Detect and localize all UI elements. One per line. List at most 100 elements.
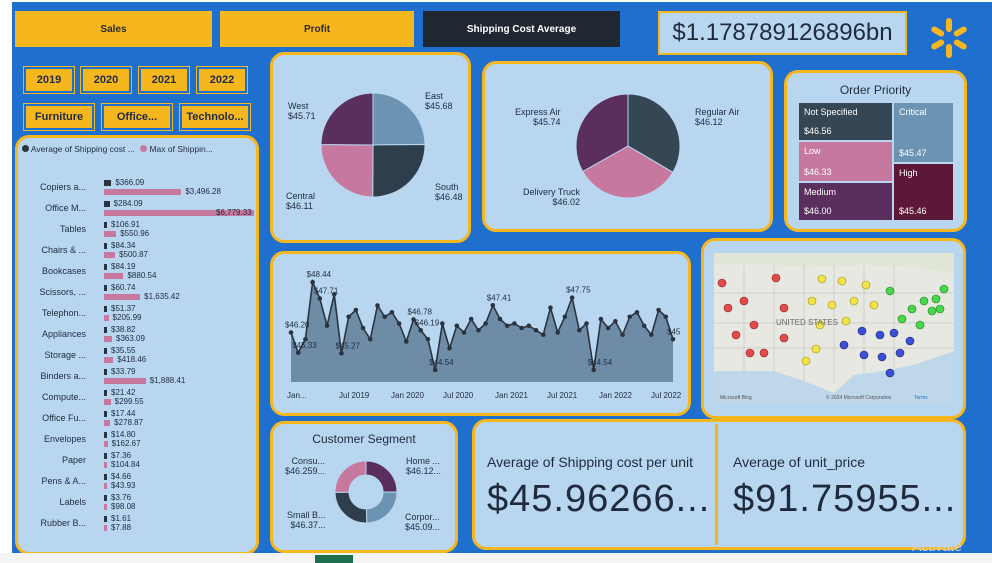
trend-point[interactable] [483,321,488,326]
trend-point[interactable] [584,321,589,326]
trend-point[interactable] [418,327,424,333]
trend-point[interactable] [634,309,640,315]
trend-point[interactable] [620,332,625,338]
trend-point[interactable] [389,309,395,315]
max-bar[interactable] [104,252,116,258]
avg-bar[interactable] [104,474,107,480]
bar-row[interactable]: Office M... $284.09 $6,779.33 [20,199,280,219]
trend-point[interactable] [656,307,661,313]
bar-row[interactable]: Appliances $38.82 $363.09 [20,325,280,345]
max-bar[interactable] [104,336,113,342]
max-bar[interactable] [104,504,107,510]
max-bar[interactable] [104,441,108,447]
trend-point[interactable] [504,323,510,329]
max-bar[interactable] [104,399,111,405]
trend-point[interactable] [432,367,438,373]
trend-point[interactable] [382,314,387,320]
avg-bar[interactable] [104,495,107,501]
year-slicer-2021[interactable]: 2021 [138,66,190,94]
trend-point[interactable] [310,279,315,285]
trend-point[interactable] [577,327,582,333]
year-slicer-2020[interactable]: 2020 [80,66,132,94]
trend-point[interactable] [569,295,575,300]
tile-critical[interactable]: Critical $45.47 [893,102,954,163]
avg-bar[interactable] [104,453,107,459]
trend-point[interactable] [468,316,474,322]
trend-point[interactable] [404,339,409,344]
max-bar[interactable] [104,357,114,363]
max-bar[interactable] [104,231,117,237]
profit-nav-button[interactable]: Profit [220,11,414,47]
sales-nav-button[interactable]: Sales [15,11,212,47]
tile-not-specified[interactable]: Not Specified $46.56 [798,102,893,141]
avg-bar[interactable] [104,222,107,228]
avg-bar[interactable] [104,516,107,522]
avg-bar[interactable] [104,180,112,186]
trend-point[interactable] [613,318,618,324]
segment-slice-corpor[interactable] [365,491,398,524]
trend-point[interactable] [346,314,351,320]
trend-point[interactable] [396,321,402,326]
category-slicer-furniture[interactable]: Furniture [23,103,95,131]
trend-point[interactable] [497,316,503,322]
bar-row[interactable]: Telephon... $51.37 $205.99 [20,304,280,324]
trend-point[interactable] [519,325,524,331]
avg-bar[interactable] [104,306,107,312]
customer-segment-donut[interactable] [333,459,399,525]
tile-medium[interactable]: Medium $46.00 [798,182,893,221]
bar-row[interactable]: Copiers a... $366.09 $3,496.28 [20,178,280,198]
trend-point[interactable] [670,336,676,342]
trend-point[interactable] [360,325,366,331]
max-bar[interactable] [104,273,124,279]
avg-bar[interactable] [104,201,110,207]
bar-row[interactable]: Envelopes $14.80 $162.67 [20,430,280,450]
trend-point[interactable] [367,336,373,342]
segment-slice-small-b[interactable] [334,491,368,524]
bar-row[interactable]: Binders a... $33.79 $1,888.41 [20,367,280,387]
bar-row[interactable]: Tables $106.91 $550.96 [20,220,280,240]
max-bar[interactable] [104,294,141,300]
trend-point[interactable] [447,345,452,351]
trend-point[interactable] [353,307,359,313]
avg-bar[interactable] [104,348,107,354]
sheet-tab-icon[interactable] [315,555,353,563]
avg-bar[interactable] [104,369,107,375]
trend-point[interactable] [324,323,330,329]
ship-mode-pie-chart[interactable] [573,91,683,201]
category-slicer-office[interactable]: Office... [101,103,173,131]
bar-row[interactable]: Scissors, ... $60.74 $1,635.42 [20,283,280,303]
usa-map[interactable]: UNITED STATES Microsoft Bing © 2024 Micr… [714,253,954,405]
avg-bar[interactable] [104,285,107,291]
trend-point[interactable] [605,325,611,331]
shipping-trend-area-chart[interactable]: $46.20 $48.44 $47.71 $45.27 $46.78 $44.54 $47.… [281,264,681,412]
segment-slice-consu[interactable] [334,460,367,493]
max-bar[interactable] [104,525,107,531]
segment-slice-home[interactable] [365,460,398,493]
region-pie-chart[interactable] [318,90,428,200]
avg-bar[interactable] [104,243,107,249]
year-slicer-2019[interactable]: 2019 [23,66,75,94]
trend-point[interactable] [339,351,344,356]
avg-bar[interactable] [104,264,107,270]
bar-row[interactable]: Bookcases $84.19 $880.54 [20,262,280,282]
tile-low[interactable]: Low $46.33 [798,141,893,182]
trend-point[interactable] [461,330,467,335]
region-slice-south[interactable] [372,143,426,198]
shipping-cost-nav-button[interactable]: Shipping Cost Average [423,11,620,47]
year-slicer-2022[interactable]: 2022 [196,66,248,94]
bar-row[interactable]: Office Fu... $17.44 $278.87 [20,409,280,429]
trend-point[interactable] [375,303,380,308]
max-bar[interactable] [104,315,109,321]
trend-point[interactable] [627,314,633,320]
trend-point[interactable] [476,327,481,333]
trend-point[interactable] [641,323,647,329]
bar-row[interactable]: Storage ... $35.55 $418.46 [20,346,280,366]
map-terms-link[interactable]: Terms [914,395,928,401]
trend-point[interactable] [440,321,445,326]
bar-row[interactable]: Compute... $21.42 $299.55 [20,388,280,408]
trend-point[interactable] [295,350,301,356]
avg-bar[interactable] [104,411,107,417]
bar-row[interactable]: Labels $3.76 $98.08 [20,493,280,513]
trend-point[interactable] [555,330,560,335]
region-slice-east[interactable] [372,92,426,146]
